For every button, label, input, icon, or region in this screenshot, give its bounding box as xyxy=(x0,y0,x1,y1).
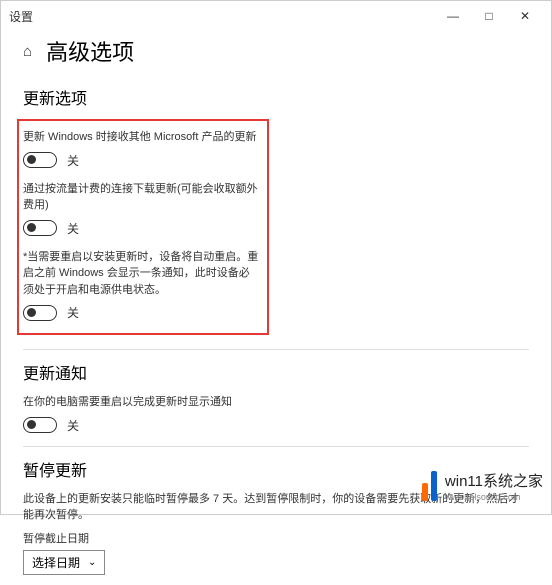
toggle-state-auto-restart: 关 xyxy=(67,304,79,321)
page-header: ⌂ 高级选项 xyxy=(23,35,529,67)
section-update-options-title: 更新选项 xyxy=(23,85,529,109)
watermark-url: www.relsound.com xyxy=(445,492,543,502)
minimize-button[interactable]: — xyxy=(435,2,471,30)
chevron-down-icon: ⌄ xyxy=(88,557,96,568)
option-label-restart-notify: 在你的电脑需要重启以完成更新时显示通知 xyxy=(23,394,529,411)
toggle-row-restart-notify: 关 xyxy=(23,417,529,434)
window-controls: — □ ✕ xyxy=(435,2,543,30)
highlight-box: 更新 Windows 时接收其他 Microsoft 产品的更新 关 通过按流量… xyxy=(17,119,269,335)
watermark-logo xyxy=(422,471,437,501)
toggle-other-microsoft[interactable] xyxy=(23,152,57,168)
toggle-state-metered: 关 xyxy=(67,220,79,237)
toggle-row-metered: 关 xyxy=(23,220,259,237)
option-label-metered: 通过按流量计费的连接下载更新(可能会收取额外费用) xyxy=(23,181,259,214)
toggle-state-other-microsoft: 关 xyxy=(67,152,79,169)
toggle-metered[interactable] xyxy=(23,220,57,236)
toggle-restart-notify[interactable] xyxy=(23,417,57,433)
pause-deadline-label: 暂停截止日期 xyxy=(23,530,529,546)
pause-date-select[interactable]: 选择日期 ⌄ xyxy=(23,550,105,575)
window-title: 设置 xyxy=(9,8,33,25)
maximize-button[interactable]: □ xyxy=(471,2,507,30)
page-title: 高级选项 xyxy=(46,35,134,67)
close-button[interactable]: ✕ xyxy=(507,2,543,30)
home-icon[interactable]: ⌂ xyxy=(23,43,32,60)
toggle-row-auto-restart: 关 xyxy=(23,304,259,321)
watermark: win11系统之家 www.relsound.com xyxy=(422,470,543,502)
option-label-other-microsoft: 更新 Windows 时接收其他 Microsoft 产品的更新 xyxy=(23,129,259,146)
toggle-auto-restart[interactable] xyxy=(23,305,57,321)
pause-date-select-label: 选择日期 xyxy=(32,554,80,571)
toggle-row-other-microsoft: 关 xyxy=(23,152,259,169)
titlebar: 设置 — □ ✕ xyxy=(1,1,551,31)
divider xyxy=(23,446,529,447)
divider xyxy=(23,349,529,350)
section-update-notify-title: 更新通知 xyxy=(23,360,529,384)
option-label-auto-restart: 当需要重启以安装更新时，设备将自动重启。重启之前 Windows 会显示一条通知… xyxy=(23,249,259,299)
watermark-text: win11系统之家 xyxy=(445,470,543,491)
toggle-state-restart-notify: 关 xyxy=(67,417,79,434)
